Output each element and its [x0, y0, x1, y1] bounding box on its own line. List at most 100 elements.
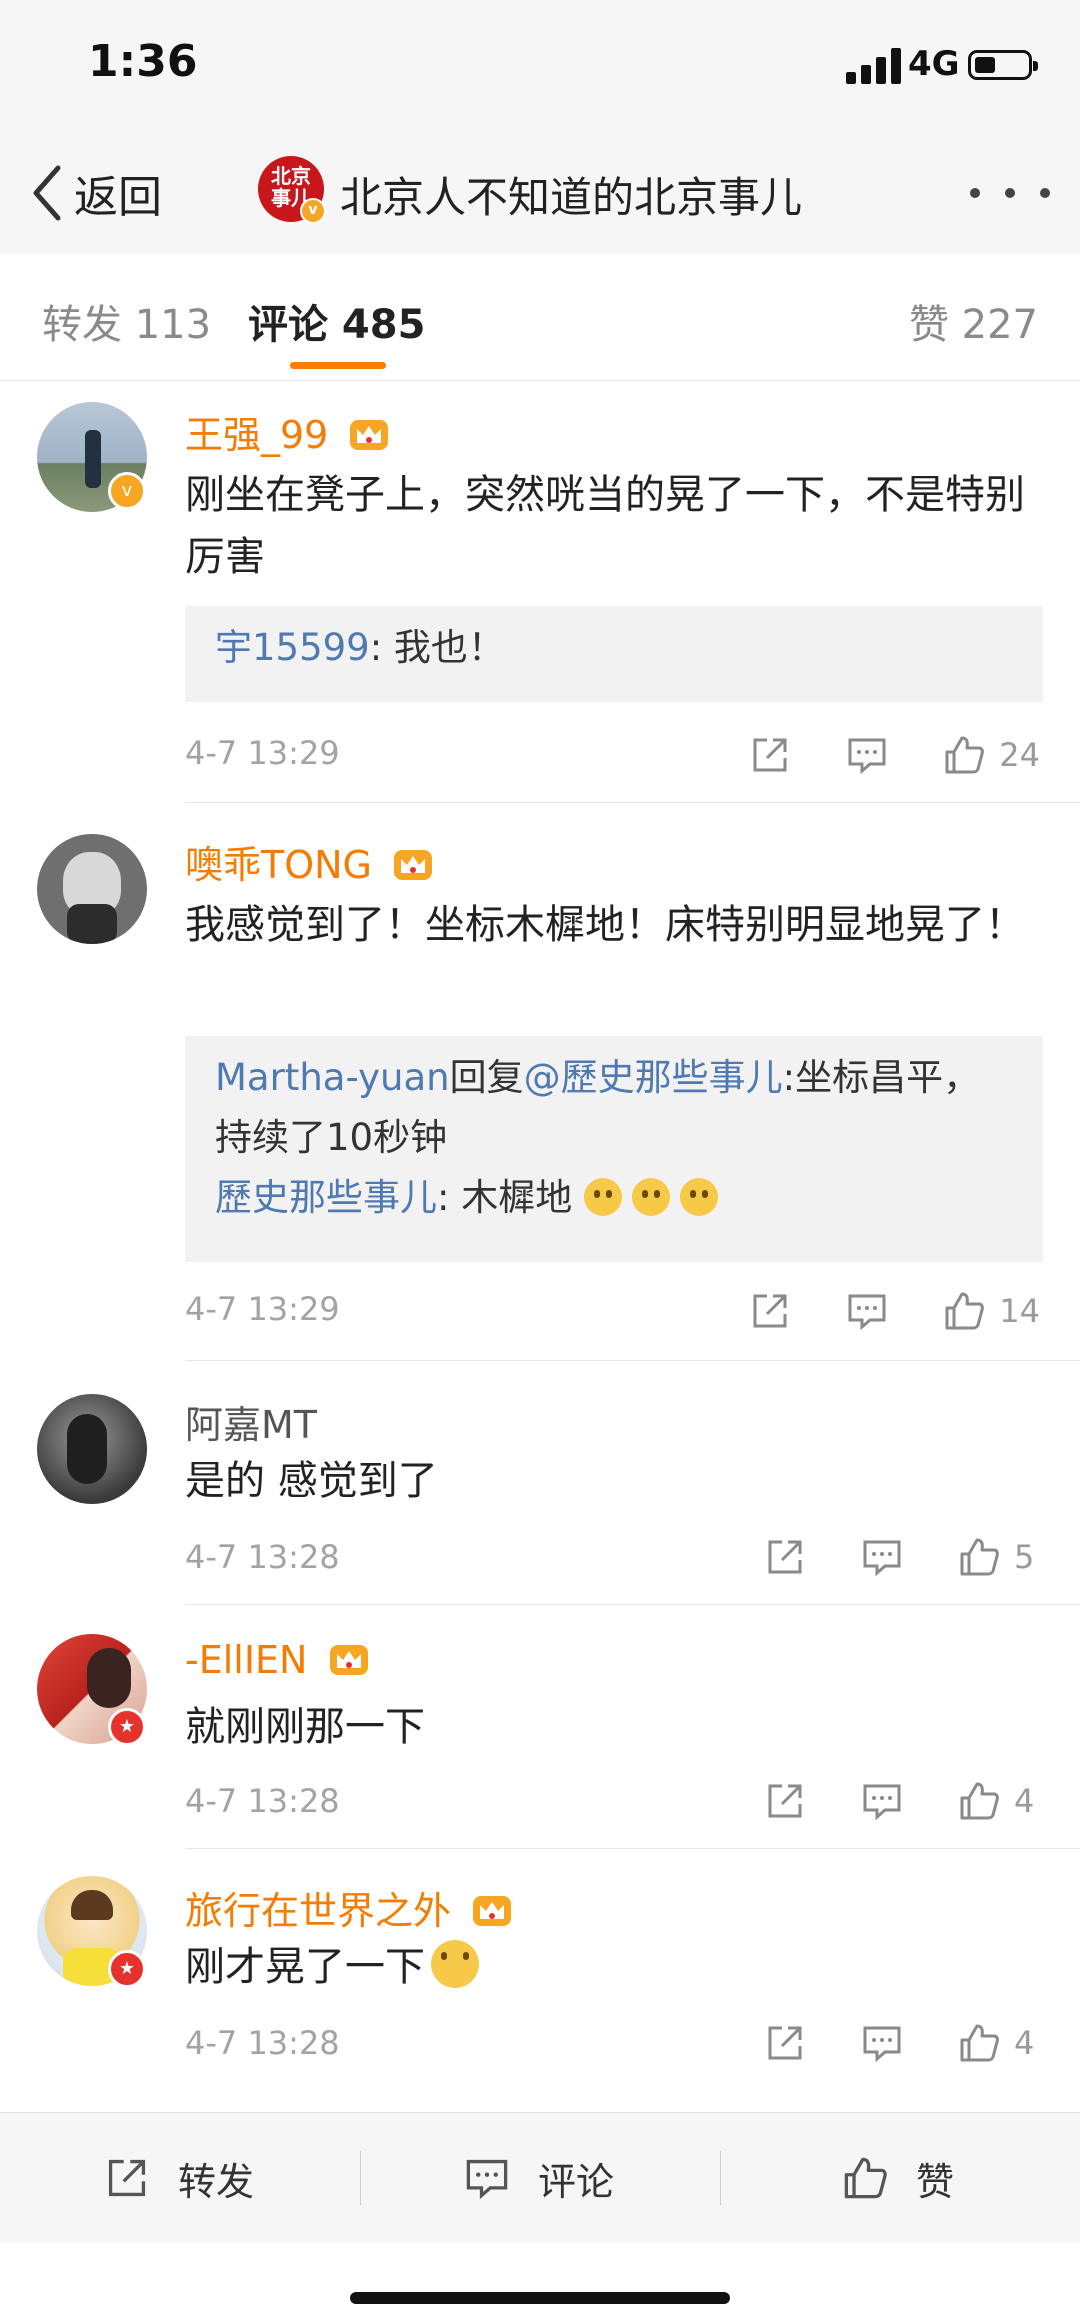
emoji-icon	[680, 1178, 718, 1216]
comment-actions: 14	[749, 1286, 1040, 1336]
comment-time: 4-7 13:28	[185, 1782, 340, 1820]
avatar[interactable]	[37, 1394, 147, 1504]
repost-icon[interactable]	[764, 1536, 806, 1578]
comment-icon	[466, 2159, 508, 2200]
username[interactable]: 旅行在世界之外	[185, 1880, 513, 1935]
repost-button[interactable]: 转发	[104, 2113, 254, 2243]
like-count: 24	[999, 736, 1040, 774]
reply-user[interactable]: 宇15599	[215, 626, 370, 669]
like-icon[interactable]	[958, 2022, 1000, 2064]
crown-icon	[350, 420, 389, 450]
comment-time: 4-7 13:29	[185, 734, 340, 772]
verified-badge-icon: v	[300, 198, 326, 224]
reply-user[interactable]: Martha-yuan	[215, 1056, 450, 1099]
comment-text: 刚才晃了一下	[185, 1936, 1025, 1998]
emoji-icon	[632, 1178, 670, 1216]
username[interactable]: 王强_99	[185, 404, 390, 459]
reply-line: Martha-yuan回复@歷史那些事儿:坐标昌平，持续了10秒钟	[215, 1048, 1013, 1168]
reply-line: 歷史那些事儿: 木樨地	[215, 1168, 1013, 1228]
verified-badge-icon: ★	[108, 1950, 146, 1988]
comment-item: ★ 旅行在世界之外 刚才晃了一下 4-7 13:28 4	[0, 1848, 1080, 2090]
tab-comments[interactable]: 评论 485	[248, 292, 425, 350]
username[interactable]: -EllIEN	[185, 1638, 370, 1682]
comment-actions: 4	[764, 2018, 1040, 2068]
account-avatar[interactable]: 北京事儿 v	[258, 156, 326, 224]
divider	[360, 2151, 361, 2205]
comment-time: 4-7 13:28	[185, 1538, 340, 1576]
username-label: 王强_99	[185, 413, 329, 457]
tab-bar: 转发 113 评论 485 赞 227	[0, 254, 1080, 381]
comment-actions: 5	[764, 1532, 1040, 1582]
comment-item: 噢乖TONG 我感觉到了！坐标木樨地！床特别明显地晃了！ Martha-yuan…	[0, 804, 1080, 1361]
status-bar: 1:36 4G	[0, 0, 1080, 130]
like-count: 4	[1014, 1782, 1035, 1820]
repost-icon	[108, 2159, 146, 2197]
emoji-icon	[584, 1178, 622, 1216]
like-icon[interactable]	[958, 1536, 1000, 1578]
reply-mention[interactable]: @歷史那些事儿	[524, 1056, 783, 1099]
like-icon[interactable]	[943, 734, 985, 776]
like-label: 赞	[916, 2159, 955, 2204]
username-label: -EllIEN	[185, 1638, 308, 1682]
verified-badge-icon: ★	[108, 1708, 146, 1746]
comment-text-label: 刚才晃了一下	[185, 1944, 425, 1990]
home-indicator	[350, 2292, 730, 2304]
like-count: 14	[999, 1292, 1040, 1330]
like-icon[interactable]	[943, 1290, 985, 1332]
like-button[interactable]: 赞	[842, 2113, 954, 2243]
reply-box[interactable]: Martha-yuan回复@歷史那些事儿:坐标昌平，持续了10秒钟 歷史那些事儿…	[185, 1036, 1043, 1262]
username-label: 噢乖TONG	[185, 843, 372, 887]
divider	[185, 1360, 1080, 1361]
crown-icon	[394, 850, 433, 880]
like-icon[interactable]	[958, 1780, 1000, 1822]
comment-icon[interactable]	[861, 1780, 903, 1822]
comment-time: 4-7 13:29	[185, 1290, 340, 1328]
divider	[185, 802, 1080, 803]
more-button[interactable]	[970, 178, 1050, 208]
emoji-icon	[431, 1940, 479, 1988]
username[interactable]: 阿嘉MT	[185, 1394, 317, 1449]
reply-text: : 木樨地	[437, 1176, 573, 1219]
reply-user[interactable]: 歷史那些事儿	[215, 1176, 437, 1219]
comment-text: 是的 感觉到了	[185, 1458, 438, 1504]
active-tab-indicator	[290, 362, 386, 369]
repost-icon[interactable]	[764, 2022, 806, 2064]
back-button[interactable]: 返回	[30, 158, 162, 228]
like-icon	[844, 2157, 887, 2199]
comment-actions: 4	[764, 1776, 1040, 1826]
comment-item: 阿嘉MT 是的 感觉到了 4-7 13:28 5	[0, 1362, 1080, 1605]
status-time: 1:36	[88, 36, 198, 87]
comment-actions: 24	[749, 730, 1040, 780]
repost-icon[interactable]	[764, 1780, 806, 1822]
comment-label: 评论	[538, 2159, 615, 2204]
more-icon	[970, 188, 980, 198]
battery-icon	[968, 50, 1038, 80]
reply-box[interactable]: 宇15599: 我也！	[185, 606, 1043, 702]
comment-icon[interactable]	[846, 734, 888, 776]
comment-text: 我感觉到了！坐标木樨地！床特别明显地晃了！	[185, 902, 1025, 948]
bottom-action-bar: 转发 评论 赞	[0, 2112, 1080, 2243]
crown-icon	[329, 1645, 368, 1675]
nav-bar: 返回 北京事儿 v 北京人不知道的北京事儿	[0, 130, 1080, 255]
comment-button[interactable]: 评论	[464, 2113, 614, 2243]
repost-icon[interactable]	[749, 734, 791, 776]
comment-icon[interactable]	[861, 2022, 903, 2064]
comment-time: 4-7 13:28	[185, 2024, 340, 2062]
username[interactable]: 噢乖TONG	[185, 834, 434, 889]
comment-icon[interactable]	[861, 1536, 903, 1578]
back-chevron-icon	[33, 165, 61, 221]
signal-icon	[846, 48, 902, 84]
page-title[interactable]: 北京人不知道的北京事儿	[340, 164, 802, 225]
repost-label: 转发	[178, 2159, 255, 2204]
back-label: 返回	[74, 172, 162, 223]
tab-repost[interactable]: 转发 113	[42, 292, 211, 350]
comment-icon[interactable]	[846, 1290, 888, 1332]
comment-item: ★ -EllIEN 就刚刚那一下 4-7 13:28 4	[0, 1604, 1080, 1849]
comment-text: 就刚刚那一下	[185, 1704, 425, 1750]
reply-mid: 回复	[449, 1056, 524, 1099]
tab-likes[interactable]: 赞 227	[909, 292, 1038, 350]
repost-icon[interactable]	[749, 1290, 791, 1332]
verified-badge-icon: v	[108, 472, 146, 510]
avatar[interactable]	[37, 834, 147, 944]
comment-item: v 王强_99 刚坐在凳子上，突然咣当的晃了一下，不是特别厉害 宇15599: …	[0, 380, 1080, 804]
